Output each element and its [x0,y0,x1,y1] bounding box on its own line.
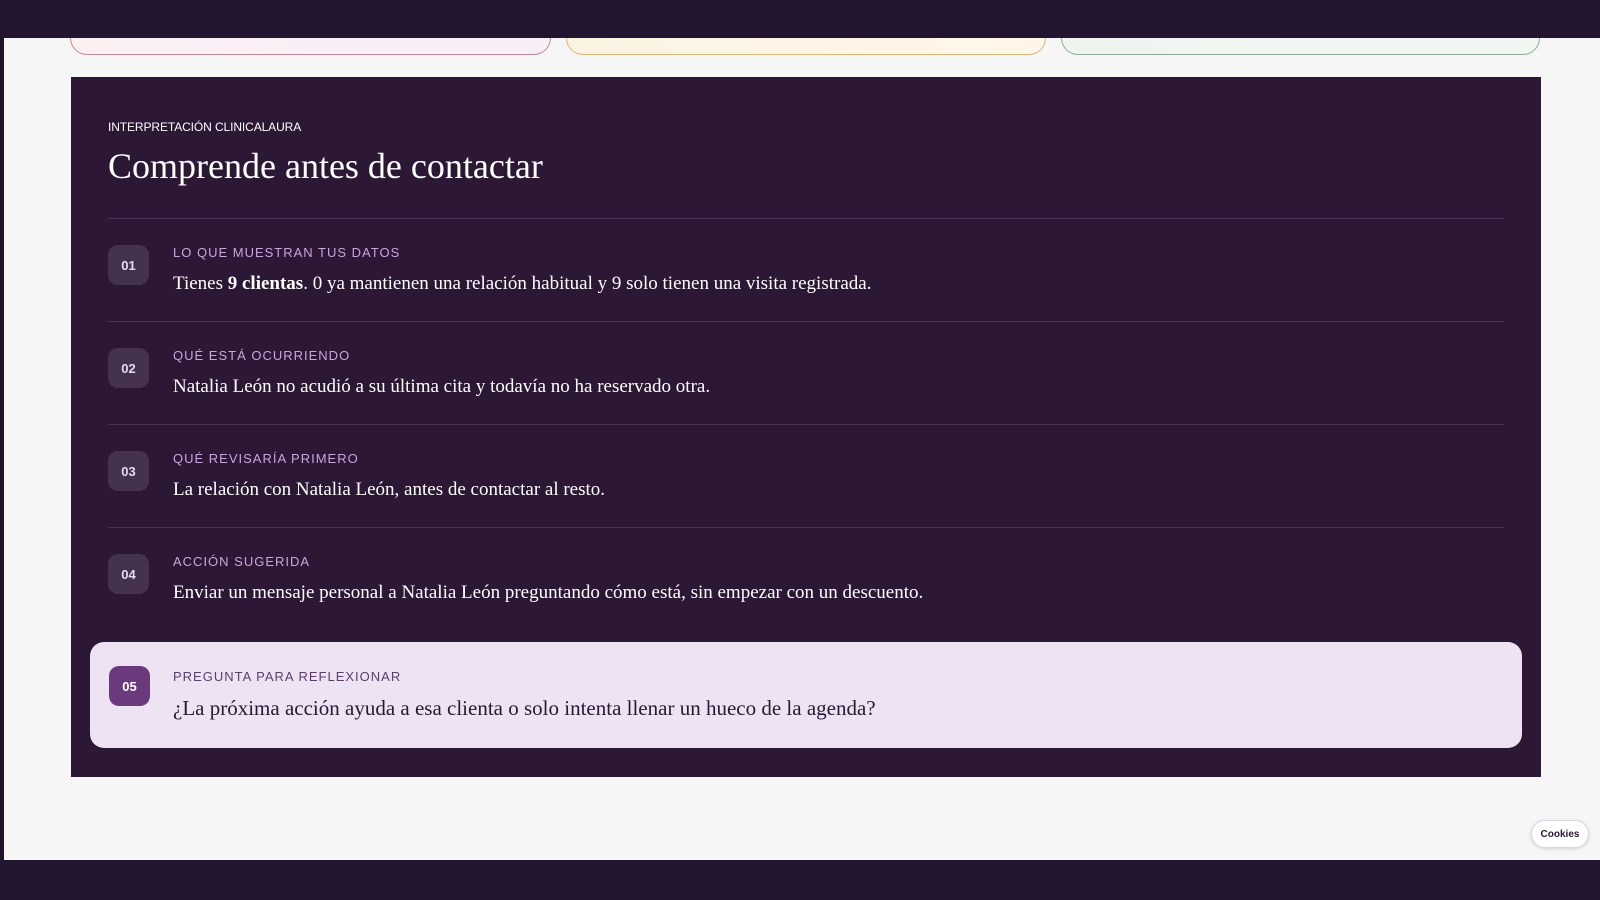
insight-text: Enviar un mensaje personal a Natalia Leó… [173,582,924,603]
insight-label: ACCIÓN SUGERIDA [173,554,311,569]
bottom-bar [0,860,1600,900]
insight-row-01: 01 LO QUE MUESTRAN TUS DATOS Tienes 9 cl… [108,218,1504,321]
insight-text-start: Tienes [173,273,228,294]
interpretation-panel: INTERPRETACIÓN CLINICALAURA Comprende an… [71,77,1541,777]
panel-eyebrow: INTERPRETACIÓN CLINICALAURA [108,120,302,134]
insight-list: 01 LO QUE MUESTRAN TUS DATOS Tienes 9 cl… [108,218,1504,630]
cookies-button[interactable]: Cookies [1531,820,1589,848]
insight-text: Tienes 9 clientas. 0 ya mantienen una re… [173,273,871,295]
insight-row-04: 04 ACCIÓN SUGERIDA Enviar un mensaje per… [108,527,1504,630]
step-number-badge: 02 [108,348,149,388]
reflection-question-card: 05 PREGUNTA PARA REFLEXIONAR ¿La próxima… [90,642,1522,748]
step-number-badge: 03 [108,451,149,491]
insight-text: Natalia León no acudió a su última cita … [173,376,711,397]
insight-label: QUÉ ESTÁ OCURRIENDO [173,348,351,363]
client-count: 9 clientas [227,273,304,294]
step-number-badge: 05 [109,666,150,706]
step-number-badge: 01 [108,245,149,285]
stat-card-3 [1061,38,1540,55]
stat-card-2 [566,38,1046,55]
insight-label: PREGUNTA PARA REFLEXIONAR [173,669,402,684]
reflection-question-text: ¿La próxima acción ayuda a esa clienta o… [173,696,876,720]
insight-label: LO QUE MUESTRAN TUS DATOS [173,245,401,260]
insight-row-02: 02 QUÉ ESTÁ OCURRIENDO Natalia León no a… [108,321,1504,424]
step-number-badge: 04 [108,554,149,594]
insight-text-end: . 0 ya mantienen una relación habitual y… [303,273,872,294]
stat-card-1 [70,38,551,55]
panel-title: Comprende antes de contactar [108,146,543,186]
insight-row-03: 03 QUÉ REVISARÍA PRIMERO La relación con… [108,424,1504,527]
insight-text: La relación con Natalia León, antes de c… [173,479,606,500]
top-bar [0,0,1600,38]
insight-label: QUÉ REVISARÍA PRIMERO [173,451,359,466]
